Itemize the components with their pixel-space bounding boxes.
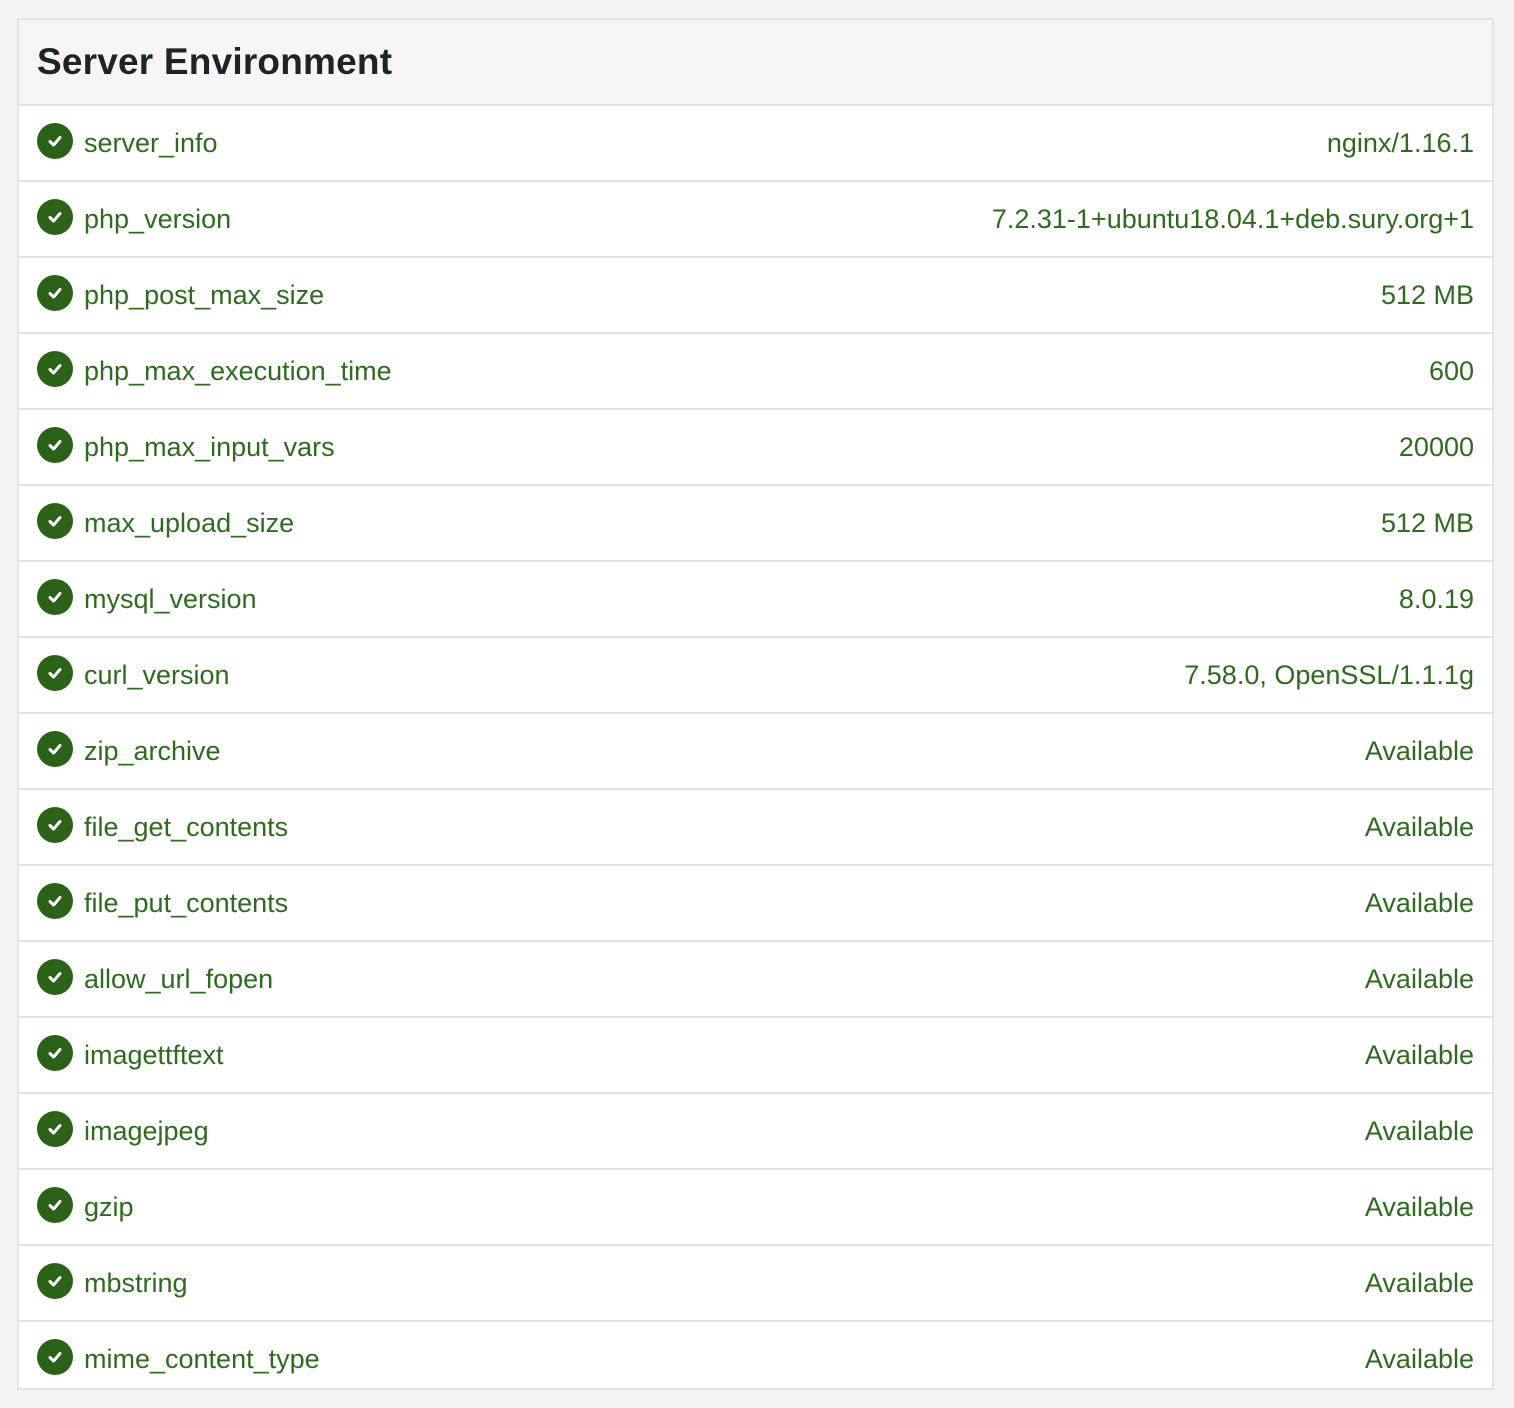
- row-label: php_max_input_vars: [84, 431, 335, 462]
- row-label: allow_url_fopen: [84, 963, 274, 994]
- check-circle-icon: [37, 427, 73, 463]
- row-label: curl_version: [84, 659, 230, 690]
- row-value: Available: [1364, 1343, 1474, 1374]
- check-circle-icon: [37, 351, 73, 387]
- row-label: mime_content_type: [84, 1343, 320, 1374]
- row-label: gzip: [84, 1191, 134, 1222]
- row-label: mbstring: [84, 1267, 188, 1298]
- check-circle-icon: [37, 503, 73, 539]
- row-value: Available: [1364, 1191, 1474, 1222]
- environment-row: mbstring Available: [19, 1246, 1492, 1322]
- row-label: max_upload_size: [84, 507, 295, 538]
- check-circle-icon: [37, 1187, 73, 1223]
- row-value: 7.58.0, OpenSSL/1.1.1g: [1184, 659, 1474, 690]
- environment-list: server_info nginx/1.16.1 php_version 7.2.31…: [19, 106, 1492, 1388]
- check-circle-icon: [37, 123, 73, 159]
- environment-row: server_info nginx/1.16.1: [19, 106, 1492, 182]
- row-label: zip_archive: [84, 735, 221, 766]
- check-circle-icon: [37, 199, 73, 235]
- row-value: 512 MB: [1380, 279, 1474, 310]
- row-label: imagettftext: [84, 1039, 224, 1070]
- environment-row: allow_url_fopen Available: [19, 942, 1492, 1018]
- row-label: mysql_version: [84, 583, 257, 614]
- server-environment-panel: Server Environment server_info nginx/1.16…: [17, 18, 1494, 1390]
- environment-row: imagettftext Available: [19, 1018, 1492, 1094]
- check-circle-icon: [37, 883, 73, 919]
- environment-row: php_post_max_size 512 MB: [19, 258, 1492, 334]
- environment-row: mime_content_type Available: [19, 1322, 1492, 1388]
- environment-row: mysql_version 8.0.19: [19, 562, 1492, 638]
- environment-row: file_put_contents Available: [19, 866, 1492, 942]
- row-value: Available: [1364, 887, 1474, 918]
- check-circle-icon: [37, 1035, 73, 1071]
- row-label: server_info: [84, 127, 218, 158]
- check-circle-icon: [37, 1111, 73, 1147]
- row-value: Available: [1364, 735, 1474, 766]
- check-circle-icon: [37, 579, 73, 615]
- check-circle-icon: [37, 655, 73, 691]
- row-value: 600: [1428, 355, 1474, 386]
- check-circle-icon: [37, 1263, 73, 1299]
- row-value: Available: [1364, 963, 1474, 994]
- environment-row: curl_version 7.58.0, OpenSSL/1.1.1g: [19, 638, 1492, 714]
- environment-row: zip_archive Available: [19, 714, 1492, 790]
- environment-row: php_max_input_vars 20000: [19, 410, 1492, 486]
- environment-row: php_version 7.2.31-1+ubuntu18.04.1+deb.su…: [19, 182, 1492, 258]
- environment-row: max_upload_size 512 MB: [19, 486, 1492, 562]
- row-label: file_get_contents: [84, 811, 289, 842]
- environment-row: file_get_contents Available: [19, 790, 1492, 866]
- check-circle-icon: [37, 1339, 73, 1375]
- check-circle-icon: [37, 807, 73, 843]
- row-label: php_post_max_size: [84, 279, 325, 310]
- row-value: 512 MB: [1380, 507, 1474, 538]
- row-label: imagejpeg: [84, 1115, 209, 1146]
- environment-row: gzip Available: [19, 1170, 1492, 1246]
- row-value: 20000: [1398, 431, 1474, 462]
- panel-header: Server Environment: [19, 20, 1492, 106]
- check-circle-icon: [37, 731, 73, 767]
- row-label: php_max_execution_time: [84, 355, 392, 386]
- row-label: php_version: [84, 203, 232, 234]
- row-value: 8.0.19: [1398, 583, 1474, 614]
- row-label: file_put_contents: [84, 887, 289, 918]
- check-circle-icon: [37, 275, 73, 311]
- row-value: 7.2.31-1+ubuntu18.04.1+deb.sury.org+1: [991, 203, 1474, 234]
- row-value: Available: [1364, 1039, 1474, 1070]
- row-value: nginx/1.16.1: [1326, 127, 1474, 158]
- panel-title: Server Environment: [37, 41, 393, 82]
- environment-row: php_max_execution_time 600: [19, 334, 1492, 410]
- environment-row: imagejpeg Available: [19, 1094, 1492, 1170]
- row-value: Available: [1364, 1267, 1474, 1298]
- row-value: Available: [1364, 811, 1474, 842]
- check-circle-icon: [37, 959, 73, 995]
- row-value: Available: [1364, 1115, 1474, 1146]
